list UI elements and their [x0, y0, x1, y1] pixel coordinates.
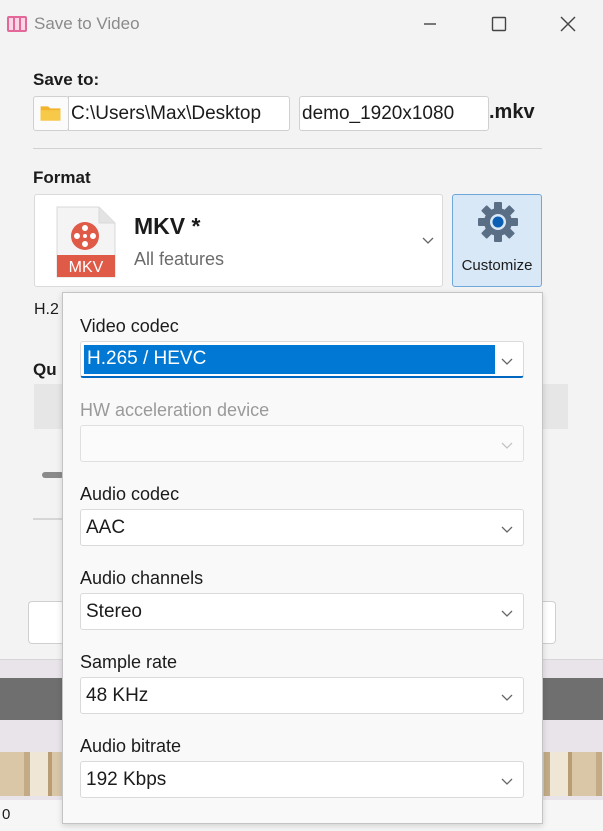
background-status-text: 0	[2, 806, 11, 823]
chevron-down-icon	[501, 778, 513, 785]
title-bar[interactable]: Save to Video	[0, 0, 603, 50]
video-codec-label: Video codec	[80, 316, 179, 336]
filename-input[interactable]: demo_1920x1080	[299, 96, 489, 131]
sample-rate-label: Sample rate	[80, 652, 178, 672]
hw-acceleration-select	[80, 425, 524, 462]
chevron-down-icon	[501, 358, 513, 365]
film-icon	[7, 16, 27, 32]
save-path-input[interactable]: C:\Users\Max\Desktop	[68, 96, 290, 131]
quality-slider-handle[interactable]	[42, 472, 64, 478]
audio-channels-label: Audio channels	[80, 568, 204, 588]
chevron-down-icon	[501, 610, 513, 617]
chevron-down-icon	[501, 526, 513, 533]
codec-summary-text: H.2	[34, 301, 59, 318]
sample-rate-value: 48 KHz	[86, 685, 149, 706]
customize-popup: Video codec H.265 / HEVC HW acceleration…	[62, 292, 543, 824]
chevron-down-icon	[422, 237, 434, 244]
minimize-icon[interactable]	[418, 12, 442, 36]
video-codec-select[interactable]: H.265 / HEVC	[80, 341, 524, 378]
format-label: Format	[33, 168, 91, 187]
audio-bitrate-value: 192 Kbps	[86, 769, 167, 790]
save-to-label: Save to:	[33, 70, 100, 89]
chevron-down-icon	[501, 694, 513, 701]
customize-label: Customize	[461, 257, 533, 274]
audio-bitrate-label: Audio bitrate	[80, 736, 182, 756]
format-subtitle: All features	[134, 249, 225, 269]
gear-icon	[478, 202, 518, 242]
hw-acceleration-label: HW acceleration device	[80, 400, 270, 420]
chevron-down-icon	[501, 442, 513, 449]
window-title: Save to Video	[34, 14, 140, 33]
separator	[33, 518, 63, 520]
mkv-file-icon: MKV	[56, 206, 116, 278]
browse-folder-button[interactable]	[33, 96, 69, 131]
separator	[33, 148, 542, 149]
format-dropdown[interactable]: MKV MKV * All features	[34, 194, 443, 287]
video-codec-value: H.265 / HEVC	[87, 348, 207, 369]
file-extension: .mkv	[489, 101, 535, 123]
audio-bitrate-select[interactable]: 192 Kbps	[80, 761, 524, 798]
maximize-icon[interactable]	[487, 12, 511, 36]
customize-button[interactable]: Customize	[452, 194, 542, 287]
audio-codec-label: Audio codec	[80, 484, 180, 504]
audio-channels-value: Stereo	[86, 601, 142, 622]
quality-label: Qu	[33, 360, 57, 379]
close-icon[interactable]	[556, 12, 580, 36]
folder-icon	[40, 106, 61, 121]
format-name: MKV *	[134, 213, 201, 239]
sample-rate-select[interactable]: 48 KHz	[80, 677, 524, 714]
audio-codec-select[interactable]: AAC	[80, 509, 524, 546]
audio-codec-value: AAC	[86, 517, 126, 538]
audio-channels-select[interactable]: Stereo	[80, 593, 524, 630]
mkv-icon-text: MKV	[69, 259, 104, 276]
